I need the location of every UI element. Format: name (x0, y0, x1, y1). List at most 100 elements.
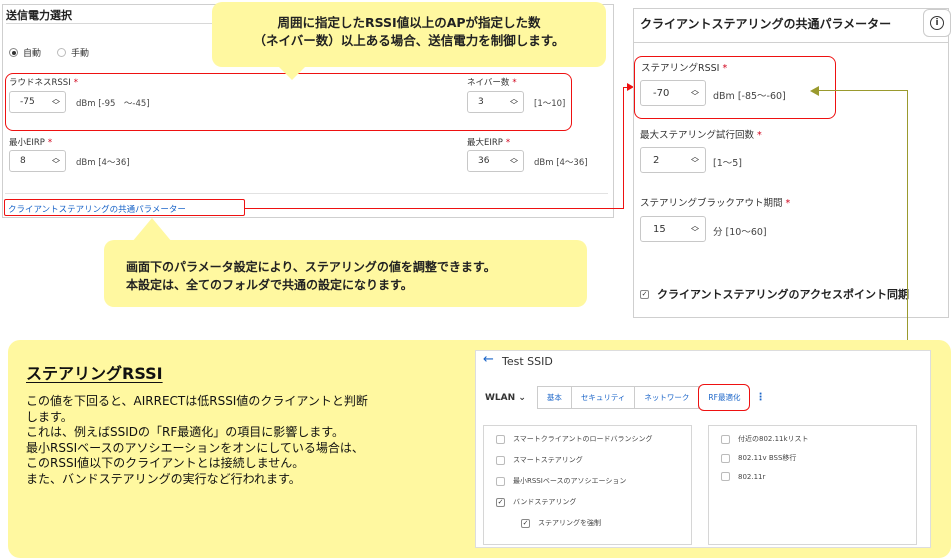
radio-manual-label: 手動 (71, 49, 90, 59)
ssid-title: Test SSID (502, 355, 553, 368)
highlight-link (4, 199, 245, 216)
explanation-line: また、バンドステアリングの実行など行われます。 (26, 471, 301, 486)
tab-network[interactable]: ネットワーク (634, 386, 700, 409)
required-mark: * (785, 198, 791, 209)
list-item-label: 最小RSSIベースのアソシエーション (513, 477, 627, 485)
info-button[interactable]: i (923, 9, 951, 37)
checkbox[interactable] (721, 434, 730, 444)
callout-line: 画面下のパラメータ設定により、ステアリングの値を調整できます。 (126, 260, 496, 274)
callout-line: 本設定は、全てのフォルダで共通の設定になります。 (126, 278, 413, 292)
list-item[interactable]: スマートステアリング (496, 455, 583, 465)
callout-line: （ネイバー数）以上ある場合、送信電力を制御します。 (253, 33, 565, 48)
explanation-line: このRSSI値以下のクライアントとは接続しません。 (26, 456, 305, 470)
max-attempts-stepper[interactable]: 2 ︿ ﹀ (640, 147, 706, 173)
required-mark: * (757, 130, 762, 141)
pointer-line (907, 90, 908, 342)
max-attempts-label-text: 最大ステアリング試行回数 (640, 130, 755, 141)
panel-divider (634, 42, 948, 43)
max-attempts-value: 2 (653, 154, 660, 166)
sync-checkbox[interactable]: ✓ (640, 289, 649, 299)
blackout-label-text: ステアリングブラックアウト期間 (640, 198, 783, 209)
explanation-line: 最小RSSIベースのアソシエーションをオンにしている場合は、 (26, 440, 364, 455)
list-item-label: バンドステアリング (513, 498, 577, 506)
list-item[interactable]: 802.11r (721, 472, 765, 481)
list-item-label: 802.11v BSS移行 (738, 454, 797, 462)
list-item[interactable]: 付近の802.11kリスト (721, 434, 809, 444)
explanation-line: これは、例えばSSIDの「RF最適化」の項目に影響します。 (26, 425, 345, 439)
explanation-title: ステアリングRSSI (26, 364, 163, 383)
back-arrow-icon[interactable]: ← (483, 352, 494, 367)
info-icon: i (930, 16, 944, 30)
max-attempts-unit: [1～5] (713, 158, 743, 169)
max-eirp-value: 36 (478, 156, 490, 166)
blackout-value: 15 (653, 223, 666, 235)
chevron-down-icon: ⌄ (518, 392, 526, 403)
max-attempts-label: 最大ステアリング試行回数 * (640, 127, 762, 141)
more-vertical-icon[interactable]: ⋮ (755, 392, 765, 403)
checkbox[interactable] (496, 476, 505, 486)
pointer-line (818, 90, 908, 91)
required-mark: * (47, 138, 53, 148)
list-item[interactable]: スマートクライアントのロードバランシング (496, 434, 653, 444)
tab-basic[interactable]: 基本 (536, 386, 572, 409)
callout-rssi-neighbor: 周囲に指定したRSSI値以上のAPが指定した数 （ネイバー数）以上ある場合、送信… (212, 2, 606, 67)
blackout-stepper[interactable]: 15 ︿ ﹀ (640, 216, 706, 242)
callout-line: 周囲に指定したRSSI値以上のAPが指定した数 (277, 15, 541, 30)
explanation-line: します。 (26, 409, 73, 424)
highlight-steering-rssi (634, 56, 836, 119)
radio-manual[interactable]: 手動 (57, 46, 89, 59)
callout-tail (132, 218, 172, 242)
min-eirp-label: 最小EIRP * (9, 136, 52, 148)
blackout-unit: 分 [10～60] (713, 227, 767, 238)
arrow-left-icon (810, 86, 819, 96)
list-item-label: 付近の802.11kリスト (738, 435, 809, 443)
connector-line (623, 87, 624, 209)
max-eirp-stepper[interactable]: 36 ︿ ﹀ (467, 150, 524, 172)
list-item-label: スマートステアリング (513, 456, 583, 464)
min-eirp-label-text: 最小EIRP (9, 138, 45, 148)
sync-checkbox-label: クライアントステアリングのアクセスポイント同期 (657, 288, 910, 301)
wlan-label: WLAN (485, 392, 516, 403)
sync-checkbox-row[interactable]: ✓ クライアントステアリングのアクセスポイント同期 (640, 286, 909, 302)
max-eirp-label-text: 最大EIRP (467, 138, 503, 148)
list-item[interactable]: ✓ バンドステアリング (496, 497, 576, 507)
tab-security[interactable]: セキュリティ (570, 386, 636, 409)
transmit-power-title: 送信電力選択 (6, 9, 72, 22)
panel-divider (5, 193, 608, 194)
list-item-label: 802.11r (738, 472, 766, 481)
required-mark: * (505, 138, 511, 148)
highlight-rssi-neighbor (5, 73, 572, 131)
radio-auto[interactable]: 自動 (9, 46, 41, 59)
checkbox-checked[interactable]: ✓ (521, 518, 530, 528)
checkbox[interactable] (496, 434, 505, 444)
list-item[interactable]: ✓ ステアリングを強制 (521, 518, 601, 528)
checkbox-checked[interactable]: ✓ (496, 497, 505, 507)
max-eirp-label: 最大EIRP * (467, 136, 510, 148)
radio-dot-unselected (57, 48, 66, 57)
tab-rf-optimization[interactable]: RF最適化 (698, 384, 751, 411)
common-params-title: クライアントステアリングの共通パラメーター (640, 17, 892, 31)
radio-dot-selected (9, 48, 18, 57)
min-eirp-stepper[interactable]: 8 ︿ ﹀ (9, 150, 66, 172)
callout-tail (278, 66, 306, 80)
stepper-chevrons-icon[interactable]: ︿ ﹀ (691, 222, 699, 237)
blackout-label: ステアリングブラックアウト期間 * (640, 195, 790, 209)
stepper-chevrons-icon[interactable]: ︿ ﹀ (691, 153, 699, 168)
explanation-line: この値を下回ると、AIRRECTは低RSSI値のクライアントと判断 (26, 394, 368, 408)
wlan-dropdown[interactable]: WLAN ⌄ (485, 393, 526, 403)
connector-line (245, 208, 623, 209)
checkbox[interactable] (721, 472, 730, 481)
stepper-chevrons-icon[interactable]: ︿ ﹀ (52, 154, 60, 169)
min-eirp-value: 8 (20, 156, 26, 166)
checkbox[interactable] (496, 455, 505, 465)
list-item[interactable]: 802.11v BSS移行 (721, 453, 796, 463)
stepper-chevrons-icon[interactable]: ︿ ﹀ (510, 154, 518, 169)
min-eirp-unit: dBm [4～36] (76, 158, 130, 168)
checkbox[interactable] (721, 453, 730, 463)
list-item[interactable]: 最小RSSIベースのアソシエーション (496, 476, 626, 486)
max-eirp-unit: dBm [4～36] (534, 158, 588, 168)
explanation-body: この値を下回ると、AIRRECTは低RSSI値のクライアントと判断 します。 こ… (26, 394, 466, 487)
callout-common-params: 画面下のパラメータ設定により、ステアリングの値を調整できます。 本設定は、全ての… (104, 240, 587, 307)
list-item-label: スマートクライアントのロードバランシング (513, 435, 653, 443)
ssid-tab-bar: WLAN ⌄ 基本 セキュリティ ネットワーク RF最適化 ⋮ (485, 384, 765, 411)
